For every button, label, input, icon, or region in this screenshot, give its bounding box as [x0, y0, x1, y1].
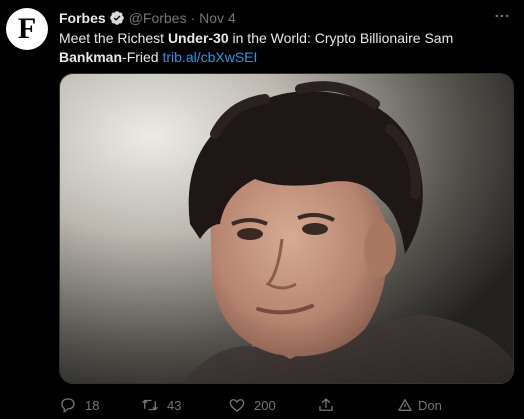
tweet-actions: 18 43 200 Don: [59, 394, 517, 416]
reply-icon: [61, 398, 75, 414]
more-options-icon[interactable]: [490, 6, 514, 26]
tweet[interactable]: F Forbes @Forbes · Nov 4 Meet the Riches…: [0, 0, 524, 419]
tweet-text-segment: -Fried: [122, 49, 163, 65]
tweet-text-segment: Meet the Richest: [59, 30, 168, 46]
tweet-text: Meet the Richest Under-30 in the World: …: [59, 29, 517, 67]
like-button[interactable]: 200: [228, 394, 276, 416]
tweet-header: Forbes @Forbes · Nov 4: [59, 9, 236, 27]
share-icon: [319, 398, 333, 411]
tweet-photo[interactable]: [59, 73, 514, 384]
tweet-text-bold: Under-30: [167, 30, 229, 46]
reply-count: 18: [85, 397, 100, 413]
retweet-count: 43: [167, 397, 182, 413]
separator-dot: ·: [190, 10, 196, 26]
reply-button[interactable]: 18: [59, 394, 99, 416]
extension-button[interactable]: Don: [397, 394, 442, 416]
verified-badge-icon: [109, 10, 125, 26]
retweet-button[interactable]: 43: [141, 394, 181, 416]
extension-label: Don: [418, 397, 442, 413]
retweet-icon: [142, 399, 158, 411]
tweet-link[interactable]: trib.al/cbXwSEI: [162, 49, 257, 65]
tweet-date[interactable]: Nov 4: [199, 10, 236, 26]
portrait-photo: [60, 74, 513, 383]
author-handle[interactable]: @Forbes: [129, 10, 187, 26]
forbes-logo: F: [17, 12, 37, 45]
avatar[interactable]: F: [6, 8, 48, 50]
share-button[interactable]: [317, 394, 335, 416]
heart-icon: [229, 399, 245, 412]
tweet-text-bold: Bankman: [59, 49, 123, 65]
warning-triangle-icon: [398, 399, 412, 411]
like-count: 200: [254, 397, 276, 413]
tweet-text-segment: in the World: Crypto Billionaire Sam: [228, 30, 454, 46]
author-name[interactable]: Forbes: [59, 10, 106, 26]
